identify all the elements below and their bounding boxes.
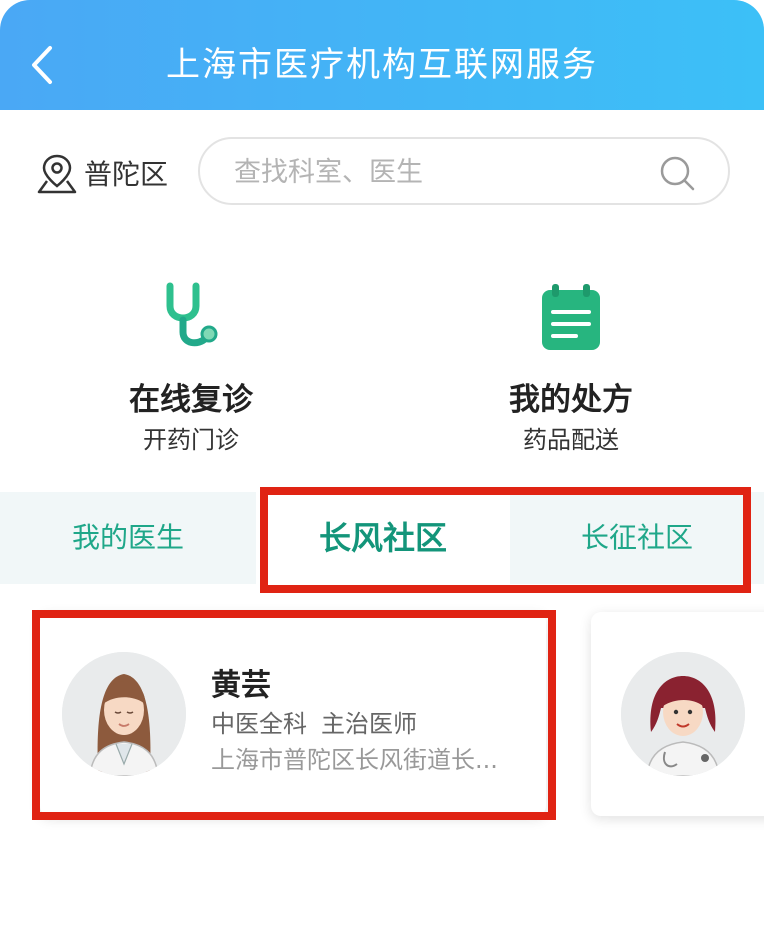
page-title: 上海市医疗机构互联网服务: [166, 45, 598, 85]
highlight-frame-doctor: [32, 610, 556, 820]
online-revisit-subtitle: 开药门诊: [143, 426, 239, 454]
online-revisit-title: 在线复诊: [129, 382, 253, 418]
highlight-frame-tabs: [260, 487, 751, 593]
back-button[interactable]: [22, 40, 66, 90]
my-prescription-subtitle: 药品配送: [523, 426, 619, 454]
female-doctor-icon: [621, 652, 745, 776]
header-bar: 上海市医疗机构互联网服务: [0, 0, 764, 110]
search-icon[interactable]: [658, 154, 698, 194]
chevron-left-icon: [32, 46, 52, 84]
doctor-card[interactable]: [591, 612, 764, 816]
location-selector[interactable]: 普陀区: [36, 150, 168, 196]
doctor-avatar: [621, 652, 745, 776]
clipboard-icon: [542, 284, 600, 350]
search-box[interactable]: [198, 137, 730, 205]
app-screen: 上海市医疗机构互联网服务 普陀区 在线复诊 开药门诊: [0, 0, 764, 925]
location-pin-icon: [37, 154, 77, 194]
my-prescription-title: 我的处方: [509, 382, 633, 418]
online-revisit-entry[interactable]: 在线复诊 开药门诊: [41, 280, 341, 456]
district-label: 普陀区: [84, 158, 169, 191]
tab-my-doctors[interactable]: 我的医生: [0, 492, 256, 584]
stethoscope-icon: [166, 282, 218, 347]
search-input[interactable]: [232, 139, 656, 205]
my-prescription-entry[interactable]: 我的处方 药品配送: [421, 280, 721, 456]
